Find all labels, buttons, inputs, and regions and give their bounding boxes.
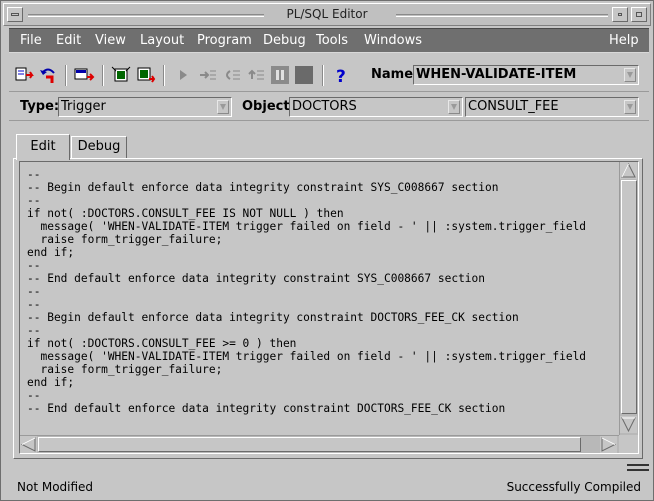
step-out-icon[interactable] [245,65,267,85]
menu-edit[interactable]: Edit [56,33,81,48]
tab-edit[interactable]: Edit [16,134,70,160]
vertical-scroll-thumb[interactable] [621,180,637,414]
code-line[interactable]: -- [27,389,617,402]
code-line[interactable]: raise form_trigger_failure; [27,363,617,376]
title-groove-right [396,14,608,17]
code-line[interactable]: if not( :DOCTORS.CONSULT_FEE >= 0 ) then [27,337,617,350]
name-dropdown-button[interactable] [624,68,636,82]
code-line[interactable]: -- Begin default enforce data integrity … [27,311,617,324]
scroll-down-button[interactable] [620,416,637,433]
plsql-editor-window: PL/SQL Editor File Edit View Layout Prog… [0,0,654,501]
code-line[interactable]: -- [27,298,617,311]
menu-layout[interactable]: Layout [140,33,184,48]
object-selector-row: Type: Trigger Object: DOCTORS CONSULT_FE… [9,93,649,121]
horizontal-scrollbar[interactable] [20,435,619,453]
arrow-right-icon [601,437,617,452]
pause-icon[interactable] [269,65,291,85]
scroll-right-button[interactable] [600,436,617,453]
object-combo[interactable]: DOCTORS [289,97,463,117]
step-into-icon[interactable] [197,65,219,85]
item-dropdown-button[interactable] [624,100,636,114]
status-bar: Not Modified Successfully Compiled [9,475,649,497]
name-label: Name: [371,67,419,82]
toolbar: ? Name: WHEN-VALIDATE-ITEM [9,59,649,92]
menu-program[interactable]: Program [197,33,252,48]
toolbar-separator [65,65,67,86]
code-line[interactable]: end if; [27,376,617,389]
menu-tools[interactable]: Tools [316,33,348,48]
chevron-down-icon [220,104,226,110]
toolbar-separator [102,65,104,86]
type-value: Trigger [61,99,106,114]
settings-icon[interactable] [135,65,157,85]
chevron-down-icon [627,104,633,110]
object-label: Object: [242,99,295,114]
revert-icon[interactable] [38,65,60,85]
code-editor[interactable]: -- -- Begin default enforce data integrit… [19,161,639,454]
menu-windows[interactable]: Windows [364,33,422,48]
code-line[interactable]: -- [27,194,617,207]
menu-bar: File Edit View Layout Program Debug Tool… [9,28,649,53]
title-bar[interactable]: PL/SQL Editor [3,3,651,26]
minimize-icon [618,13,622,16]
chevron-down-icon [451,104,457,110]
menu-view[interactable]: View [95,33,126,48]
code-line[interactable]: -- [27,259,617,272]
modified-status: Not Modified [17,480,94,494]
toolbar-separator [163,65,165,86]
svg-text:?: ? [336,67,346,85]
new-icon[interactable] [73,65,95,85]
arrow-left-icon [20,437,36,452]
step-over-icon[interactable] [221,65,243,85]
compile-status: Successfully Compiled [506,480,641,494]
code-line[interactable]: -- End default enforce data integrity co… [27,402,617,415]
code-text[interactable]: -- -- Begin default enforce data integrit… [27,168,617,436]
delete-icon[interactable] [110,65,132,85]
name-value: WHEN-VALIDATE-ITEM [416,67,577,82]
object-dropdown-button[interactable] [448,100,460,114]
vertical-scrollbar[interactable] [619,162,638,435]
object-value: DOCTORS [292,99,357,114]
item-combo[interactable]: CONSULT_FEE [465,97,639,117]
help-icon[interactable]: ? [330,65,352,85]
code-line[interactable]: end if; [27,246,617,259]
type-label: Type: [20,99,60,114]
chevron-down-icon [627,72,633,78]
code-line[interactable]: -- [27,285,617,298]
name-combo[interactable]: WHEN-VALIDATE-ITEM [413,65,639,85]
maximize-button[interactable] [631,7,647,22]
code-line[interactable]: -- [27,168,617,181]
arrow-down-icon [621,417,636,433]
type-combo[interactable]: Trigger [58,97,232,117]
type-dropdown-button[interactable] [217,100,229,114]
menu-debug[interactable]: Debug [263,33,306,48]
toolbar-separator [322,65,324,86]
maximize-icon [636,12,642,17]
menu-file[interactable]: File [20,33,42,48]
code-line[interactable]: -- End default enforce data integrity co… [27,272,617,285]
tab-debug[interactable]: Debug [71,136,127,158]
item-value: CONSULT_FEE [468,99,559,114]
resize-grip-icon[interactable] [627,464,649,471]
code-line[interactable]: message( 'WHEN-VALIDATE-ITEM trigger fai… [27,220,617,233]
horizontal-scroll-thumb[interactable] [38,437,581,452]
go-icon[interactable] [173,65,195,85]
code-line[interactable]: if not( :DOCTORS.CONSULT_FEE IS NOT NULL… [27,207,617,220]
arrow-up-icon [621,162,636,178]
code-line[interactable]: raise form_trigger_failure; [27,233,617,246]
code-line[interactable]: -- Begin default enforce data integrity … [27,181,617,194]
menu-help[interactable]: Help [609,33,639,48]
stop-icon[interactable] [293,65,315,85]
code-line[interactable]: message( 'WHEN-VALIDATE-ITEM trigger fai… [27,350,617,363]
minimize-button[interactable] [612,7,628,22]
scroll-left-button[interactable] [20,436,37,453]
compile-icon[interactable] [14,65,36,85]
code-line[interactable]: -- [27,324,617,337]
scroll-up-button[interactable] [620,162,637,179]
